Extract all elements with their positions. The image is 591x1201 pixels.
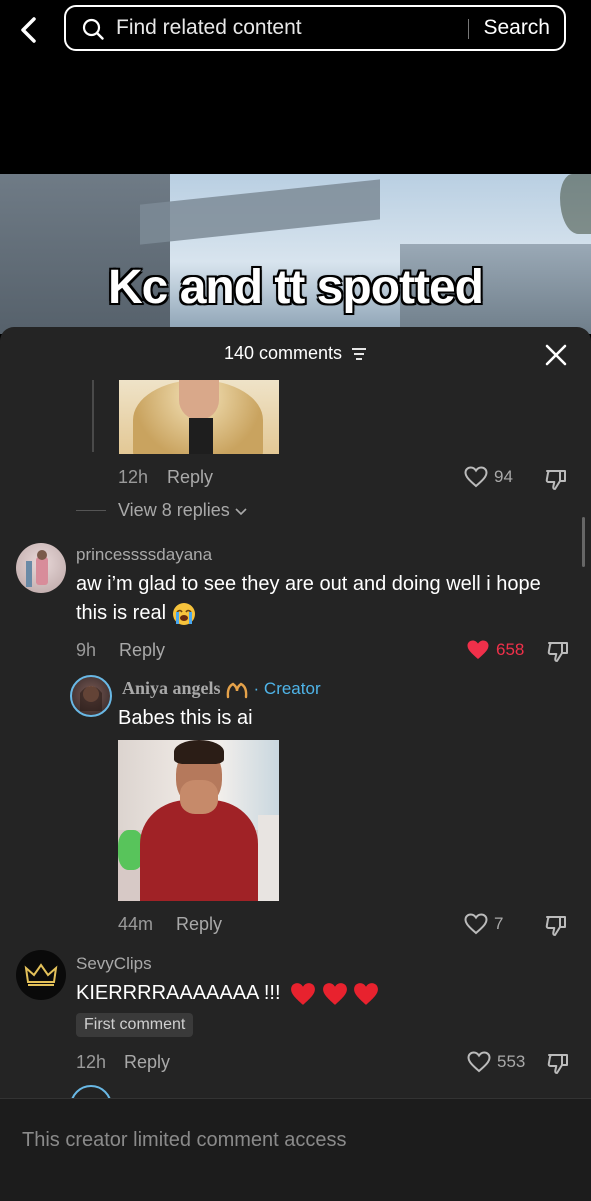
heart-icon [464, 913, 488, 935]
comment-username[interactable]: SevyClips [76, 954, 152, 974]
comment-text: KIERRRRAAAAAAA !!! [76, 979, 379, 1008]
red-heart-emoji [291, 982, 315, 1005]
view-replies-line [76, 510, 106, 511]
avatar-figure [26, 550, 48, 587]
crown-icon [24, 963, 58, 986]
first-comment-badge: First comment [76, 1013, 194, 1037]
video-roof [140, 179, 380, 245]
search-input[interactable] [116, 7, 466, 49]
search-icon [82, 18, 104, 40]
dislike-icon[interactable] [544, 467, 568, 491]
reply-text: Babes this is ai [118, 707, 253, 729]
comment-image[interactable] [119, 380, 279, 454]
view-replies-button[interactable]: View 8 replies [118, 500, 247, 521]
like-button[interactable]: 94 [464, 466, 513, 488]
search-button[interactable]: Search [483, 7, 550, 49]
dislike-icon[interactable] [546, 1051, 570, 1075]
red-heart-emoji [322, 982, 347, 1005]
reply-button[interactable]: Reply [119, 640, 165, 661]
heart-filled-icon [467, 640, 489, 659]
comment-username[interactable]: princessssdayana [76, 545, 212, 565]
top-bar: Search [0, 0, 591, 174]
comment-time: 9h [76, 640, 97, 660]
comment-text: aw i’m glad to see they are out and doin… [76, 570, 556, 628]
comment-footer: This creator limited comment access [0, 1098, 591, 1201]
like-count: 94 [494, 467, 513, 486]
avatar[interactable] [16, 543, 66, 593]
heart-icon [464, 466, 488, 488]
filter-icon[interactable] [351, 347, 367, 361]
comments-count-title[interactable]: 140 comments [0, 343, 591, 364]
video-palm [560, 174, 591, 234]
chevron-down-icon [235, 508, 247, 516]
dislike-icon[interactable] [546, 639, 570, 663]
reply-button[interactable]: Reply [176, 914, 222, 935]
reply-image[interactable] [118, 740, 279, 901]
comments-sheet: 140 comments 12h Reply 94 View 8 replies [0, 327, 591, 1200]
like-button[interactable]: 7 [464, 913, 503, 935]
reply-image-shirt [140, 800, 258, 901]
reply-button[interactable]: Reply [124, 1052, 170, 1073]
creator-avatar-face [80, 686, 102, 711]
comment-time: 12h [76, 1052, 107, 1072]
red-heart-emoji [354, 982, 379, 1005]
comment-text-body: KIERRRRAAAAAAA !!! [76, 982, 281, 1004]
video-caption: Kc and tt spotted [107, 260, 485, 315]
thread-line [92, 380, 94, 452]
creator-avatar[interactable] [70, 675, 112, 717]
creator-tag: · Creator [253, 679, 321, 698]
loudly-crying-face-emoji [172, 602, 195, 625]
dislike-icon[interactable] [544, 913, 568, 937]
scrollbar[interactable] [582, 517, 585, 567]
reply-username-row: Aniya angels · Creator [122, 678, 321, 699]
reply-image-hair [174, 740, 224, 764]
like-button[interactable]: 553 [467, 1051, 525, 1073]
like-count: 553 [497, 1052, 526, 1071]
heart-icon [467, 1051, 491, 1073]
comment-time: 12h [118, 467, 149, 487]
reply-time: 44m [118, 914, 154, 934]
like-count: 7 [494, 914, 504, 933]
close-icon[interactable] [545, 344, 567, 366]
avatar[interactable] [16, 950, 66, 1000]
limited-access-notice: This creator limited comment access [22, 1129, 347, 1151]
reply-image-right [258, 815, 279, 901]
reply-image-hands [180, 780, 218, 814]
search-bar[interactable]: Search [64, 5, 566, 51]
image-neck [189, 418, 213, 454]
view-replies-label: View 8 replies [118, 500, 230, 520]
image-face [179, 380, 219, 420]
like-count: 658 [496, 640, 525, 659]
reply-username[interactable]: Aniya angels [122, 678, 221, 698]
heart-hands-emoji [226, 682, 248, 699]
comment-text-body: aw i’m glad to see they are out and doin… [76, 573, 541, 624]
chevron-left-icon[interactable] [14, 14, 46, 46]
comments-header: 140 comments [0, 327, 591, 383]
reply-button[interactable]: Reply [167, 467, 213, 488]
video-frame[interactable]: Kc and tt spotted [0, 174, 591, 334]
search-divider [468, 19, 469, 39]
comments-count: 140 comments [223, 343, 343, 363]
like-button-liked[interactable]: 658 [466, 639, 524, 661]
